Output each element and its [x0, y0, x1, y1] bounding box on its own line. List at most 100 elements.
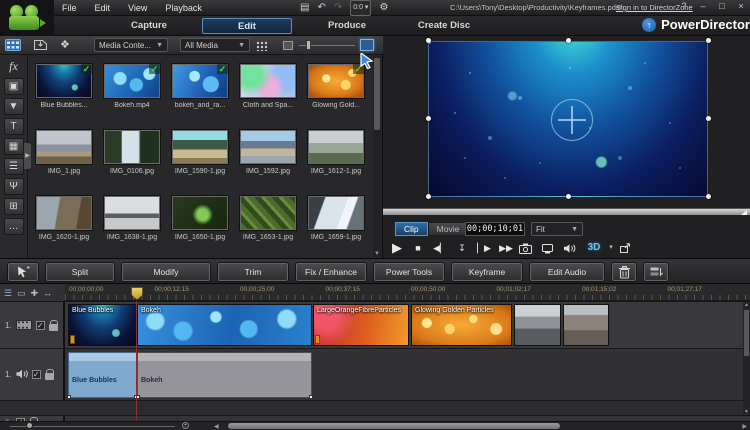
- selection-handle[interactable]: [426, 194, 431, 199]
- preview-quality-button[interactable]: [541, 243, 559, 254]
- media-item[interactable]: IMG_1592.jpg: [234, 123, 302, 189]
- maximize-button[interactable]: □: [717, 1, 727, 11]
- preview-seek-bar[interactable]: [383, 208, 750, 215]
- toolbar-button-split[interactable]: Split: [46, 263, 114, 281]
- title-room[interactable]: T: [4, 118, 24, 135]
- next-frame-button[interactable]: ▏▶: [475, 240, 493, 256]
- menu-edit[interactable]: Edit: [95, 3, 111, 13]
- zoom-in-icon[interactable]: +: [182, 422, 189, 429]
- media-item[interactable]: ✓bokeh_and_ra...: [166, 57, 234, 123]
- add-track-button[interactable]: ✚: [31, 288, 39, 298]
- keyframe-marker[interactable]: [315, 335, 320, 344]
- scroll-left-icon[interactable]: ◀: [214, 423, 219, 430]
- preview-video[interactable]: [428, 41, 708, 197]
- media-item[interactable]: IMG_1590-1.jpg: [166, 123, 234, 189]
- threed-menu[interactable]: ▾: [607, 240, 615, 256]
- timeline-ruler[interactable]: 00;00;00;0000;00;12;1500;00;25;0000;00;3…: [65, 284, 750, 301]
- library-view-icon[interactable]: [256, 41, 267, 51]
- delete-trash-icon[interactable]: [612, 263, 636, 281]
- plugin-icon[interactable]: ❖: [60, 38, 70, 51]
- fast-forward-button[interactable]: ▶▶: [497, 240, 515, 256]
- track-enable-checkbox[interactable]: ✓: [36, 321, 45, 330]
- redo-icon[interactable]: ↷: [334, 1, 342, 15]
- undo-icon[interactable]: ↶: [317, 1, 325, 15]
- media-filter-dropdown[interactable]: All Media▼: [180, 38, 250, 52]
- thumbnail-large-icon[interactable]: [360, 39, 374, 51]
- sidebar-collapse-handle[interactable]: ▶: [24, 143, 31, 169]
- media-room-icon[interactable]: [5, 39, 21, 51]
- close-button[interactable]: ×: [736, 1, 746, 11]
- selection-handle[interactable]: [426, 116, 431, 121]
- tab-capture[interactable]: Capture: [114, 18, 184, 34]
- timeline-video-clip[interactable]: [563, 304, 609, 346]
- media-item[interactable]: IMG_1653-1.jpg: [234, 189, 302, 255]
- track-lock-icon[interactable]: [49, 324, 58, 331]
- smart-select-tool-button[interactable]: [8, 263, 38, 281]
- scroll-down-icon[interactable]: ▼: [373, 251, 381, 257]
- timeline-hscroll-thumb[interactable]: [228, 423, 560, 429]
- zoom-fit-dropdown[interactable]: Fit▼: [531, 222, 583, 236]
- tab-edit[interactable]: Edit: [202, 18, 292, 34]
- tab-produce[interactable]: Produce: [312, 18, 382, 34]
- particle-room[interactable]: ▼: [4, 98, 24, 115]
- toolbar-button-trim[interactable]: Trim: [218, 263, 288, 281]
- menu-file[interactable]: File: [62, 3, 77, 13]
- timeline-audio-clip[interactable]: Bokeh: [137, 352, 312, 398]
- previous-frame-button[interactable]: ◀▏: [431, 240, 449, 256]
- save-icon[interactable]: ▤: [300, 1, 309, 15]
- library-scrollbar[interactable]: ▼: [373, 56, 381, 257]
- range-select-button[interactable]: ▭: [17, 288, 26, 298]
- selection-handle[interactable]: [566, 194, 571, 199]
- library-content-dropdown[interactable]: Media Conte...▼: [94, 38, 168, 52]
- subtitle-room[interactable]: …: [4, 218, 24, 235]
- snapshot-button[interactable]: [519, 243, 537, 254]
- media-item[interactable]: IMG_1638-1.jpg: [98, 189, 166, 255]
- timeline-vertical-scrollbar[interactable]: ▲ ▼: [743, 302, 750, 415]
- tab-create-disc[interactable]: Create Disc: [404, 18, 484, 34]
- media-item[interactable]: IMG_1612-1.jpg: [302, 123, 370, 189]
- track-lock-icon[interactable]: [45, 373, 54, 380]
- timecode-display[interactable]: 00;00;10;01: [465, 222, 525, 236]
- voiceover-room[interactable]: Ψ: [4, 178, 24, 195]
- menu-playback[interactable]: Playback: [165, 3, 202, 13]
- thumbnail-small-icon[interactable]: [283, 41, 293, 50]
- media-item[interactable]: IMG_1620-1.jpg: [30, 189, 98, 255]
- timeline-video-clip[interactable]: LargeOrangeFibreParticles: [313, 304, 409, 346]
- selection-handle[interactable]: [426, 38, 431, 43]
- menu-view[interactable]: View: [128, 3, 147, 13]
- transition-room[interactable]: ▦: [4, 138, 24, 155]
- thumbnail-size-knob[interactable]: [306, 40, 311, 50]
- threed-toggle[interactable]: 3D: [585, 240, 603, 256]
- media-item[interactable]: IMG_1650-1.jpg: [166, 189, 234, 255]
- media-item[interactable]: Cloth and Spa...: [234, 57, 302, 123]
- effect-room[interactable]: fx: [4, 58, 24, 75]
- timeline-video-clip[interactable]: [514, 304, 561, 346]
- media-item[interactable]: IMG_0106.jpg: [98, 123, 166, 189]
- chapter-room[interactable]: ⊞: [4, 198, 24, 215]
- selection-handle[interactable]: [566, 38, 571, 43]
- media-item[interactable]: ✓Blue Bubbles...: [30, 57, 98, 123]
- timeline-video-clip[interactable]: Glowing Golden Particles: [411, 304, 512, 346]
- scrollbar-thumb[interactable]: [374, 58, 380, 130]
- track-manager-button[interactable]: ☰: [4, 288, 12, 298]
- timeline-audio-clip[interactable]: Blue Bubbles: [68, 352, 137, 398]
- clip-mode-button[interactable]: Clip: [395, 222, 428, 236]
- toolbar-button-power-tools[interactable]: Power Tools: [374, 263, 444, 281]
- pip-objects-room[interactable]: ▣: [4, 78, 24, 95]
- play-button[interactable]: ▶: [389, 240, 405, 256]
- seek-marker-button[interactable]: ↧: [453, 240, 471, 256]
- timeline-video-clip[interactable]: Blue Bubbles: [68, 304, 137, 346]
- selection-handle[interactable]: [706, 116, 711, 121]
- toolbar-button-keyframe[interactable]: Keyframe: [452, 263, 522, 281]
- volume-button[interactable]: [563, 243, 581, 254]
- media-item[interactable]: ✓Bokeh.mp4: [98, 57, 166, 123]
- minimize-button[interactable]: –: [698, 1, 708, 11]
- movie-mode-button[interactable]: Movie: [428, 222, 469, 236]
- help-button[interactable]: ?: [679, 1, 689, 11]
- selection-handle[interactable]: [706, 38, 711, 43]
- position-crosshair-icon[interactable]: [551, 99, 593, 141]
- track-manager-icon[interactable]: [644, 263, 668, 281]
- scroll-right-icon[interactable]: ▶: [742, 423, 747, 430]
- toolbar-button-edit-audio[interactable]: Edit Audio: [530, 263, 604, 281]
- audio-mixing-room[interactable]: ☰: [4, 158, 24, 175]
